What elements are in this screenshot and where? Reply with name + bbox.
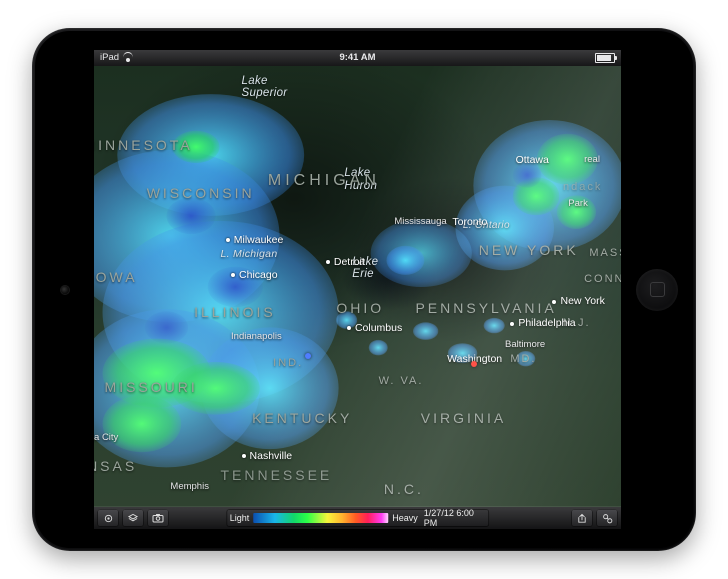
state-virginia: VIRGINIA [421,410,506,426]
lake-michigan-label: L. Michigan [220,249,277,261]
city-milwaukee: Milwaukee [226,234,284,246]
state-michigan: MICHIGAN [268,172,380,190]
legend-gradient [253,513,388,523]
front-camera [61,286,69,294]
layers-icon [127,513,139,524]
state-conn: CONN. [584,273,621,285]
state-newyork: NEW YORK [479,242,579,258]
city-nacity: na City [94,432,118,443]
camera-button[interactable] [147,509,169,527]
city-detroit: Detroit [326,256,365,268]
camera-icon [152,513,164,523]
state-mass: MASS. [589,247,621,259]
state-kansas: KANSAS [94,458,137,474]
state-ohio: OHIO [336,300,384,316]
state-minnesota: MINNESOTA [94,137,193,153]
settings-icon [602,513,613,524]
legend-right: Heavy [392,513,418,523]
status-bar: iPad 9:41 AM [94,50,621,66]
settings-button[interactable] [596,509,618,527]
city-park: Park [568,198,588,209]
city-real: real [584,154,600,165]
bottom-toolbar: Light Heavy 1/27/12 6:00 PM [94,507,621,529]
state-missouri: MISSOURI [105,379,198,395]
state-md: MD. [510,353,536,365]
state-wisconsin: WISCONSIN [147,185,255,201]
lake-superior-label: LakeSuperior [242,75,288,100]
marker-red [471,361,477,367]
city-baltimore: Baltimore [505,339,545,350]
city-mississauga: Mississauga [394,216,446,227]
state-kentucky: KENTUCKY [252,410,352,426]
state-wva: W. VA. [379,375,424,387]
share-button[interactable] [571,509,593,527]
locate-icon [103,513,114,524]
radar-map[interactable]: LakeSuperior LakeHuron L. Michigan LakeE… [94,66,621,507]
home-button[interactable] [636,269,678,311]
city-memphis: Memphis [170,481,209,492]
state-pennsylvania: PENNSYLVANIA [415,300,556,316]
legend: Light Heavy 1/27/12 6:00 PM [226,509,490,527]
share-icon [576,513,588,524]
legend-timestamp: 1/27/12 6:00 PM [422,508,485,528]
city-ottawa: Ottawa [516,154,549,166]
state-nc: N.C. [384,481,424,497]
locate-button[interactable] [97,509,119,527]
label-ndack: ndack [563,181,602,193]
layers-button[interactable] [122,509,144,527]
marker-blue [305,353,311,359]
state-iowa: IOWA [94,269,138,285]
state-illinois: ILLINOIS [194,304,276,320]
screen: iPad 9:41 AM [94,50,621,529]
city-nashville: Nashville [242,450,293,462]
ipad-body: iPad 9:41 AM [32,28,696,551]
battery-icon [595,53,615,63]
city-newyork: New York [552,295,604,307]
city-indianapolis: Indianapolis [231,331,282,342]
city-toronto: Toronto [452,216,487,228]
state-indiana: IND. [273,357,303,369]
state-tennessee: TENNESSEE [220,467,332,483]
city-chicago: Chicago [231,269,278,281]
status-time: 9:41 AM [94,50,621,66]
legend-left: Light [230,513,250,523]
city-columbus: Columbus [347,322,402,334]
city-philadelphia: Philadelphia [510,317,575,329]
